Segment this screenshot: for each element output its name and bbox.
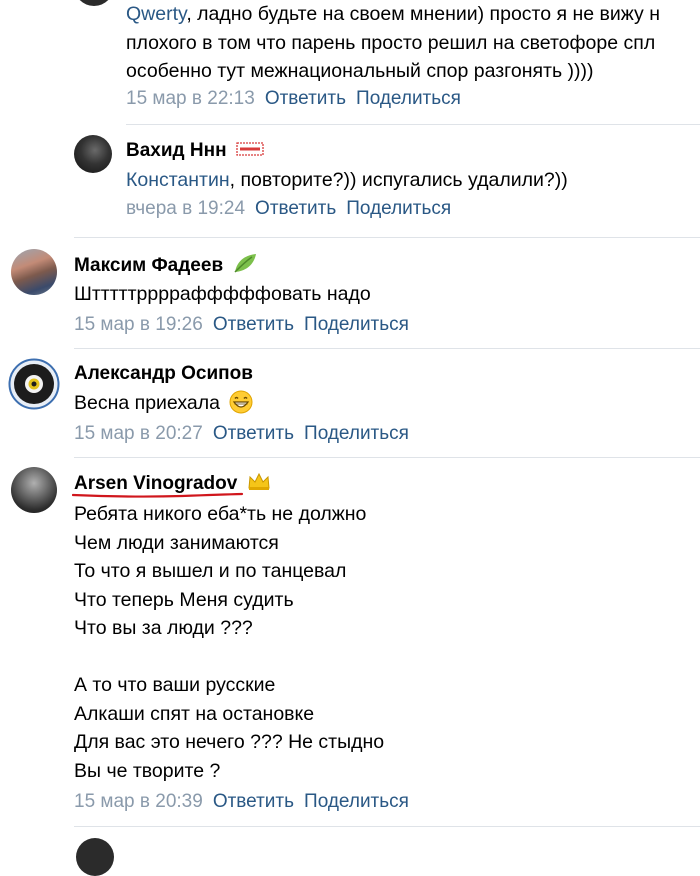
divider: [74, 237, 700, 238]
comment-text: Штттттррррафффффовать надо: [74, 280, 371, 309]
author-link[interactable]: Вахид Ннн: [126, 140, 227, 161]
author-name: Александр Осипов: [74, 363, 253, 385]
comment-meta: 15 мар в 20:27 Ответить Поделиться: [74, 423, 409, 445]
author-name: Максим Фадеев: [74, 253, 258, 277]
comment-text: Константин, повторите?)) испугались удал…: [126, 166, 568, 195]
text-line: Алкаши спят на остановке: [74, 702, 315, 725]
avatar[interactable]: [74, 0, 114, 6]
author-name: Вахид Ннн: [126, 140, 264, 162]
comment-date[interactable]: 15 мар в 19:26: [74, 314, 203, 335]
text-line: , ладно будьте на своем мнении) просто я…: [186, 3, 660, 25]
sticker-badge-icon: [236, 142, 264, 156]
divider: [126, 124, 700, 125]
text-line: То что я вышел и по танцевал: [74, 560, 347, 582]
avatar[interactable]: [74, 135, 112, 173]
share-button[interactable]: Поделиться: [304, 423, 409, 444]
text-line: особенно тут межнациональный спор разгон…: [126, 60, 594, 82]
divider: [74, 457, 700, 458]
text-line: Что вы за люди ???: [74, 617, 253, 639]
reply-button[interactable]: Ответить: [255, 198, 336, 219]
comment-meta: вчера в 19:24 Ответить Поделиться: [126, 198, 451, 220]
text-line: Ребята никого еба*ть не должно: [74, 503, 367, 525]
comment-meta: 15 мар в 20:39 Ответить Поделиться: [74, 791, 409, 813]
comment-text: Ребята никого еба*ть не должно Чем люди …: [74, 500, 384, 785]
reply-button[interactable]: Ответить: [213, 314, 294, 335]
crown-icon: [248, 472, 270, 490]
mention-link[interactable]: Константин: [126, 169, 230, 191]
avatar-image: [8, 358, 60, 410]
text-line: А то что ваши русские: [74, 674, 276, 696]
comment-date[interactable]: 15 мар в 20:27: [74, 423, 203, 444]
text-line: , повторите?)) испугались удалили?)): [229, 169, 568, 191]
text-line: плохого в том что парень просто решил на…: [126, 31, 656, 54]
reply-button[interactable]: Ответить: [265, 88, 346, 109]
grin-emoji-icon: [229, 390, 253, 414]
text-line: Штттттррррафффффовать надо: [74, 283, 371, 305]
comment-date[interactable]: вчера в 19:24: [126, 198, 245, 219]
share-button[interactable]: Поделиться: [304, 314, 409, 335]
avatar[interactable]: [8, 358, 60, 410]
divider: [74, 348, 700, 349]
comment-date[interactable]: 15 мар в 22:13: [126, 88, 255, 109]
reply-button[interactable]: Ответить: [213, 423, 294, 444]
share-button[interactable]: Поделиться: [304, 791, 409, 812]
share-button[interactable]: Поделиться: [346, 198, 451, 219]
red-underline-mark: [72, 492, 244, 498]
leaf-icon: [234, 253, 257, 273]
text-line: Для вас это нечего ??? Не стыдно: [74, 731, 385, 753]
comment-date[interactable]: 15 мар в 20:39: [74, 791, 203, 812]
divider: [74, 826, 700, 827]
text-line: [74, 643, 384, 672]
author-link[interactable]: Александр Осипов: [74, 363, 253, 384]
avatar[interactable]: [11, 249, 57, 295]
reply-button[interactable]: Ответить: [213, 791, 294, 812]
mention-link[interactable]: Qwerty: [126, 3, 186, 25]
comment-text: Qwerty, ладно будьте на своем мнении) пр…: [126, 0, 660, 86]
text-line: Весна приехала: [74, 392, 220, 414]
comment-text: Весна приехала: [74, 389, 253, 418]
author-link[interactable]: Максим Фадеев: [74, 255, 223, 276]
share-button[interactable]: Поделиться: [356, 88, 461, 109]
comment-meta: 15 мар в 22:13 Ответить Поделиться: [126, 88, 461, 110]
text-line: Чем люди занимаются: [74, 531, 279, 554]
comment-meta: 15 мар в 19:26 Ответить Поделиться: [74, 314, 409, 336]
text-line: Что теперь Меня судить: [74, 588, 294, 611]
avatar[interactable]: [11, 467, 57, 513]
text-line: Вы че творите ?: [74, 759, 221, 782]
